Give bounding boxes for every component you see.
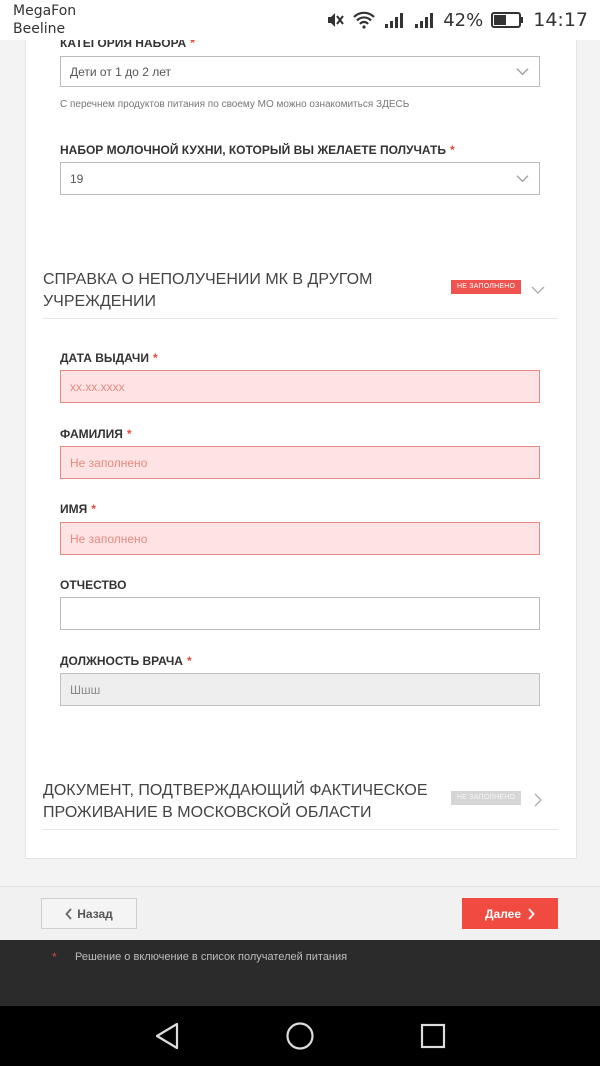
doctor-position-value: Шшш: [70, 682, 101, 697]
back-icon[interactable]: [153, 1021, 181, 1051]
chevron-left-icon: [65, 907, 72, 920]
next-button-label: Далее: [484, 906, 522, 921]
recents-icon[interactable]: [419, 1021, 447, 1051]
mute-icon: [328, 13, 345, 27]
chevron-right-icon[interactable]: [531, 793, 545, 807]
battery-icon: [491, 12, 524, 28]
chevron-right-icon: [528, 907, 535, 920]
first-name-label: ИМЯ *: [60, 502, 96, 516]
status-bar: MegaFon Beeline 42% 14:17: [0, 0, 600, 40]
required-mark: *: [152, 351, 158, 365]
first-name-input[interactable]: Не заполнено: [60, 522, 540, 555]
status-badge: НЕ ЗАПОЛНЕНО: [451, 280, 522, 294]
required-mark: *: [186, 654, 192, 668]
required-mark: *: [190, 40, 195, 50]
kitchen-set-value: 19: [70, 171, 84, 186]
section-certificate-title[interactable]: СПРАВКА О НЕПОЛУЧЕНИИ МК В ДРУГОМ УЧРЕЖД…: [43, 269, 423, 313]
set-category-select[interactable]: Дети от 1 до 2 лет: [60, 56, 540, 87]
background-list-item: Решение о включение в список получателей…: [75, 951, 348, 963]
signal-icon: [385, 13, 404, 28]
status-badge: НЕ ЗАПОЛНЕНО: [451, 791, 522, 805]
carrier-name-1: MegaFon: [13, 3, 77, 19]
last-name-label-text: ФАМИЛИЯ: [60, 427, 123, 441]
clock: 14:17: [533, 9, 588, 31]
doctor-position-input[interactable]: Шшш: [60, 673, 540, 706]
home-icon[interactable]: [285, 1021, 315, 1051]
wifi-icon: [353, 11, 376, 29]
chevron-down-icon: [516, 68, 529, 76]
kitchen-set-select[interactable]: 19: [60, 162, 540, 195]
status-icons: 42% 14:17: [325, 8, 588, 32]
required-mark: *: [449, 143, 455, 157]
carrier-name-2: Beeline: [13, 21, 66, 37]
first-name-placeholder: Не заполнено: [70, 531, 148, 546]
battery-percent: 42%: [443, 9, 484, 31]
back-button-label: Назад: [77, 906, 113, 921]
section-residence-title[interactable]: ДОКУМЕНТ, ПОДТВЕРЖДАЮЩИЙ ФАКТИЧЕСКОЕ ПРО…: [43, 780, 443, 824]
system-nav-bar: [0, 1006, 600, 1066]
chevron-down-icon[interactable]: [531, 283, 545, 297]
last-name-placeholder: Не заполнено: [70, 455, 148, 470]
patronymic-label: ОТЧЕСТВО: [60, 578, 127, 592]
bullet-mark: *: [52, 950, 57, 964]
issue-date-label: ДАТА ВЫДАЧИ *: [60, 351, 158, 365]
signal-icon: [415, 13, 434, 28]
products-hint: С перечнем продуктов питания по своему М…: [60, 99, 410, 110]
last-name-input[interactable]: Не заполнено: [60, 446, 540, 479]
section-divider: [43, 318, 558, 319]
section-divider: [43, 829, 558, 830]
set-category-label-text: КАТЕГОРИЯ НАБОРА: [60, 40, 187, 50]
doctor-position-label-text: ДОЛЖНОСТЬ ВРАЧА: [60, 654, 183, 668]
required-mark: *: [126, 427, 132, 441]
patronymic-input[interactable]: [60, 597, 540, 630]
form-footer: Назад Далее: [0, 886, 600, 941]
set-category-value: Дети от 1 до 2 лет: [70, 64, 171, 79]
issue-date-input[interactable]: xx.xx.xxxx: [60, 370, 540, 403]
required-mark: *: [91, 502, 96, 516]
set-category-label: КАТЕГОРИЯ НАБОРА *: [60, 40, 195, 50]
issue-date-label-text: ДАТА ВЫДАЧИ: [60, 351, 149, 365]
next-button[interactable]: Далее: [462, 898, 558, 929]
last-name-label: ФАМИЛИЯ *: [60, 427, 132, 441]
form-card: КАТЕГОРИЯ НАБОРА * Дети от 1 до 2 лет С п…: [25, 40, 577, 859]
kitchen-set-label-text: НАБОР МОЛОЧНОЙ КУХНИ, КОТОРЫЙ ВЫ ЖЕЛАЕТЕ…: [60, 143, 446, 157]
back-button[interactable]: Назад: [41, 898, 137, 929]
background-content: * Решение о включение в список получател…: [0, 940, 600, 1006]
first-name-label-text: ИМЯ: [60, 502, 88, 516]
chevron-down-icon: [516, 175, 529, 183]
form-page: КАТЕГОРИЯ НАБОРА * Дети от 1 до 2 лет С п…: [0, 40, 600, 886]
issue-date-placeholder: xx.xx.xxxx: [70, 379, 125, 394]
doctor-position-label: ДОЛЖНОСТЬ ВРАЧА *: [60, 654, 192, 668]
kitchen-set-label: НАБОР МОЛОЧНОЙ КУХНИ, КОТОРЫЙ ВЫ ЖЕЛАЕТЕ…: [60, 143, 455, 157]
